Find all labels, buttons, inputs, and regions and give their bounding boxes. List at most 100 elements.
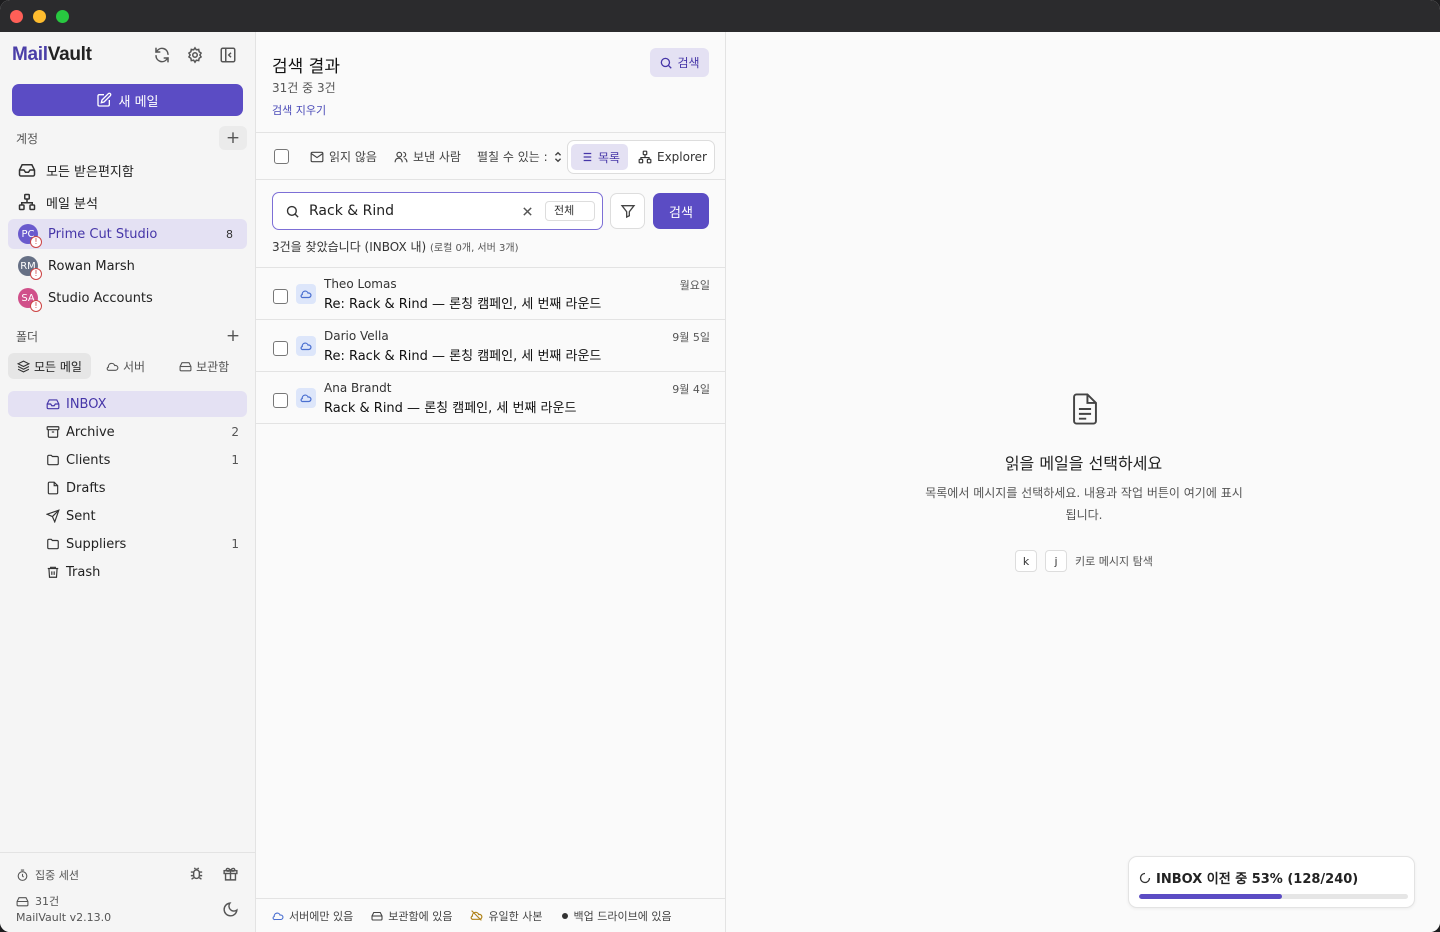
message-row[interactable]: Ana Brandt Rack & Rind — 론칭 캠페인, 세 번째 라운… [256,372,726,424]
tab-archive-drive[interactable]: 보관함 [170,353,238,379]
message-count: 31건 [16,893,59,909]
add-account-button[interactable]: + [219,126,247,150]
filter-sender-button[interactable]: 보낸 사람 [394,148,461,165]
view-list-button[interactable]: 목록 [571,144,629,170]
avatar: SA! [18,288,42,312]
row-checkbox[interactable] [273,393,288,408]
gift-icon[interactable] [222,865,242,885]
migration-progress-bar [1139,894,1408,899]
legend-in-archive: 보관함에 있음 [371,908,452,924]
account-prime-cut-studio[interactable]: PC! Prime Cut Studio 8 [8,219,247,249]
legend-server-only: 서버에만 있음 [272,908,353,924]
reading-pane: 읽을 메일을 선택하세요 목록에서 메시지를 선택하세요. 내용과 작업 버튼이… [727,32,1440,932]
clear-search-link[interactable]: 검색 지우기 [272,102,326,118]
view-explorer-button[interactable]: Explorer [630,144,715,170]
folder-archive[interactable]: Archive 2 [8,419,247,445]
mail-icon [310,151,324,162]
hard-drive-icon [371,911,383,921]
document-icon [1073,393,1097,425]
keyboard-hint: k j 키로 메시지 탐색 [1015,550,1153,572]
select-all-checkbox[interactable] [274,149,289,164]
compose-icon [97,92,112,107]
users-icon [394,151,408,162]
key-j: j [1045,550,1067,572]
folder-scope-tabs: 모든 메일 서버 보관함 [8,352,247,380]
message-row[interactable]: Theo Lomas Re: Rack & Rind — 론칭 캠페인, 세 번… [256,268,726,320]
focus-session-button[interactable]: 집중 세션 [16,867,79,883]
folder-drafts[interactable]: Drafts [8,475,247,501]
search-query[interactable]: Rack & Rind [309,203,394,219]
warning-icon: ! [30,300,42,312]
archive-icon [46,426,60,438]
dark-mode-moon-icon[interactable] [222,901,242,921]
layers-icon [17,359,30,373]
folder-icon [47,454,59,466]
expandable-select[interactable]: 펼칠 수 있는 : [477,148,563,165]
account-studio-accounts[interactable]: SA! Studio Accounts [8,283,247,313]
search-scope-select[interactable]: 전체 [545,201,595,221]
sidebar: MailVault 새 메일 계정 + 모든 받은편지함 메일 분석 PC! P… [0,32,256,932]
folder-suppliers[interactable]: Suppliers 1 [8,531,247,557]
advanced-filter-button[interactable] [610,193,645,229]
app-logo: MailVault [12,44,92,65]
bug-report-icon[interactable] [188,865,208,885]
app-window: MailVault 새 메일 계정 + 모든 받은편지함 메일 분석 PC! P… [0,0,1440,932]
legend-only-copy: 유일한 사본 [470,908,543,924]
close-window-button[interactable] [10,10,23,23]
message-subject: Re: Rack & Rind — 론칭 캠페인, 세 번째 라운드 [324,297,602,312]
row-checkbox[interactable] [273,341,288,356]
trash-icon [47,566,59,578]
message-sender: Theo Lomas [324,277,397,291]
message-subject: Re: Rack & Rind — 론칭 캠페인, 세 번째 라운드 [324,349,602,364]
legend-on-backup-drive: 백업 드라이브에 있음 [561,908,672,924]
account-rowan-marsh[interactable]: RM! Rowan Marsh [8,251,247,281]
cloud-icon [106,362,119,371]
cloud-icon [272,912,284,920]
cloud-icon [296,388,316,408]
filter-unread-button[interactable]: 읽지 않음 [310,148,377,165]
empty-state-title: 읽을 메일을 선택하세요 [1004,454,1163,473]
add-folder-button[interactable]: + [219,324,247,348]
search-field[interactable]: Rack & Rind 전체 [272,192,603,230]
search-icon [286,205,299,218]
list-icon [580,152,592,162]
chevron-up-down-icon [554,151,561,162]
page-title: 검색 결과 [272,57,340,77]
folder-clients[interactable]: Clients 1 [8,447,247,473]
tab-server[interactable]: 서버 [97,353,154,379]
view-switcher: 목록 Explorer [567,140,715,174]
folders-heading: 폴더 [16,330,39,344]
new-mail-label: 새 메일 [118,94,159,110]
folder-inbox[interactable]: INBOX [8,391,247,417]
folder-icon [47,538,59,550]
message-sender: Ana Brandt [324,381,392,395]
clear-query-icon[interactable] [522,206,533,217]
row-checkbox[interactable] [273,289,288,304]
storage-legend: 서버에만 있음 보관함에 있음 유일한 사본 백업 드라이브에 있음 [256,898,726,932]
migration-status-text: INBOX 이전 중 53% (128/240) [1156,872,1359,887]
settings-gear-icon[interactable] [186,46,206,66]
folder-trash[interactable]: Trash [8,559,247,585]
message-row[interactable]: Dario Vella Re: Rack & Rind — 론칭 캠페인, 세 … [256,320,726,372]
analytics-icon [18,193,36,211]
minimize-window-button[interactable] [33,10,46,23]
search-toggle-button[interactable]: 검색 [650,48,709,77]
toggle-sidebar-icon[interactable] [219,46,239,66]
account-mail-analytics[interactable]: 메일 분석 [8,187,247,217]
message-date: 9월 4일 [672,383,710,396]
folder-sent[interactable]: Sent [8,503,247,529]
zoom-window-button[interactable] [56,10,69,23]
warning-icon: ! [30,268,42,280]
cloud-icon [296,284,316,304]
results-count: 31건 중 3건 [272,81,336,95]
run-search-button[interactable]: 검색 [653,193,709,229]
key-k: k [1015,550,1037,572]
refresh-icon[interactable] [153,46,173,66]
account-all-inboxes[interactable]: 모든 받은편지함 [8,155,247,185]
unread-count-badge: 8 [226,227,233,241]
warning-icon: ! [30,236,42,248]
message-date: 9월 5일 [672,331,710,344]
migration-progress-card: INBOX 이전 중 53% (128/240) [1128,856,1415,908]
new-mail-button[interactable]: 새 메일 [12,84,243,116]
tab-all-mail[interactable]: 모든 메일 [8,353,91,379]
